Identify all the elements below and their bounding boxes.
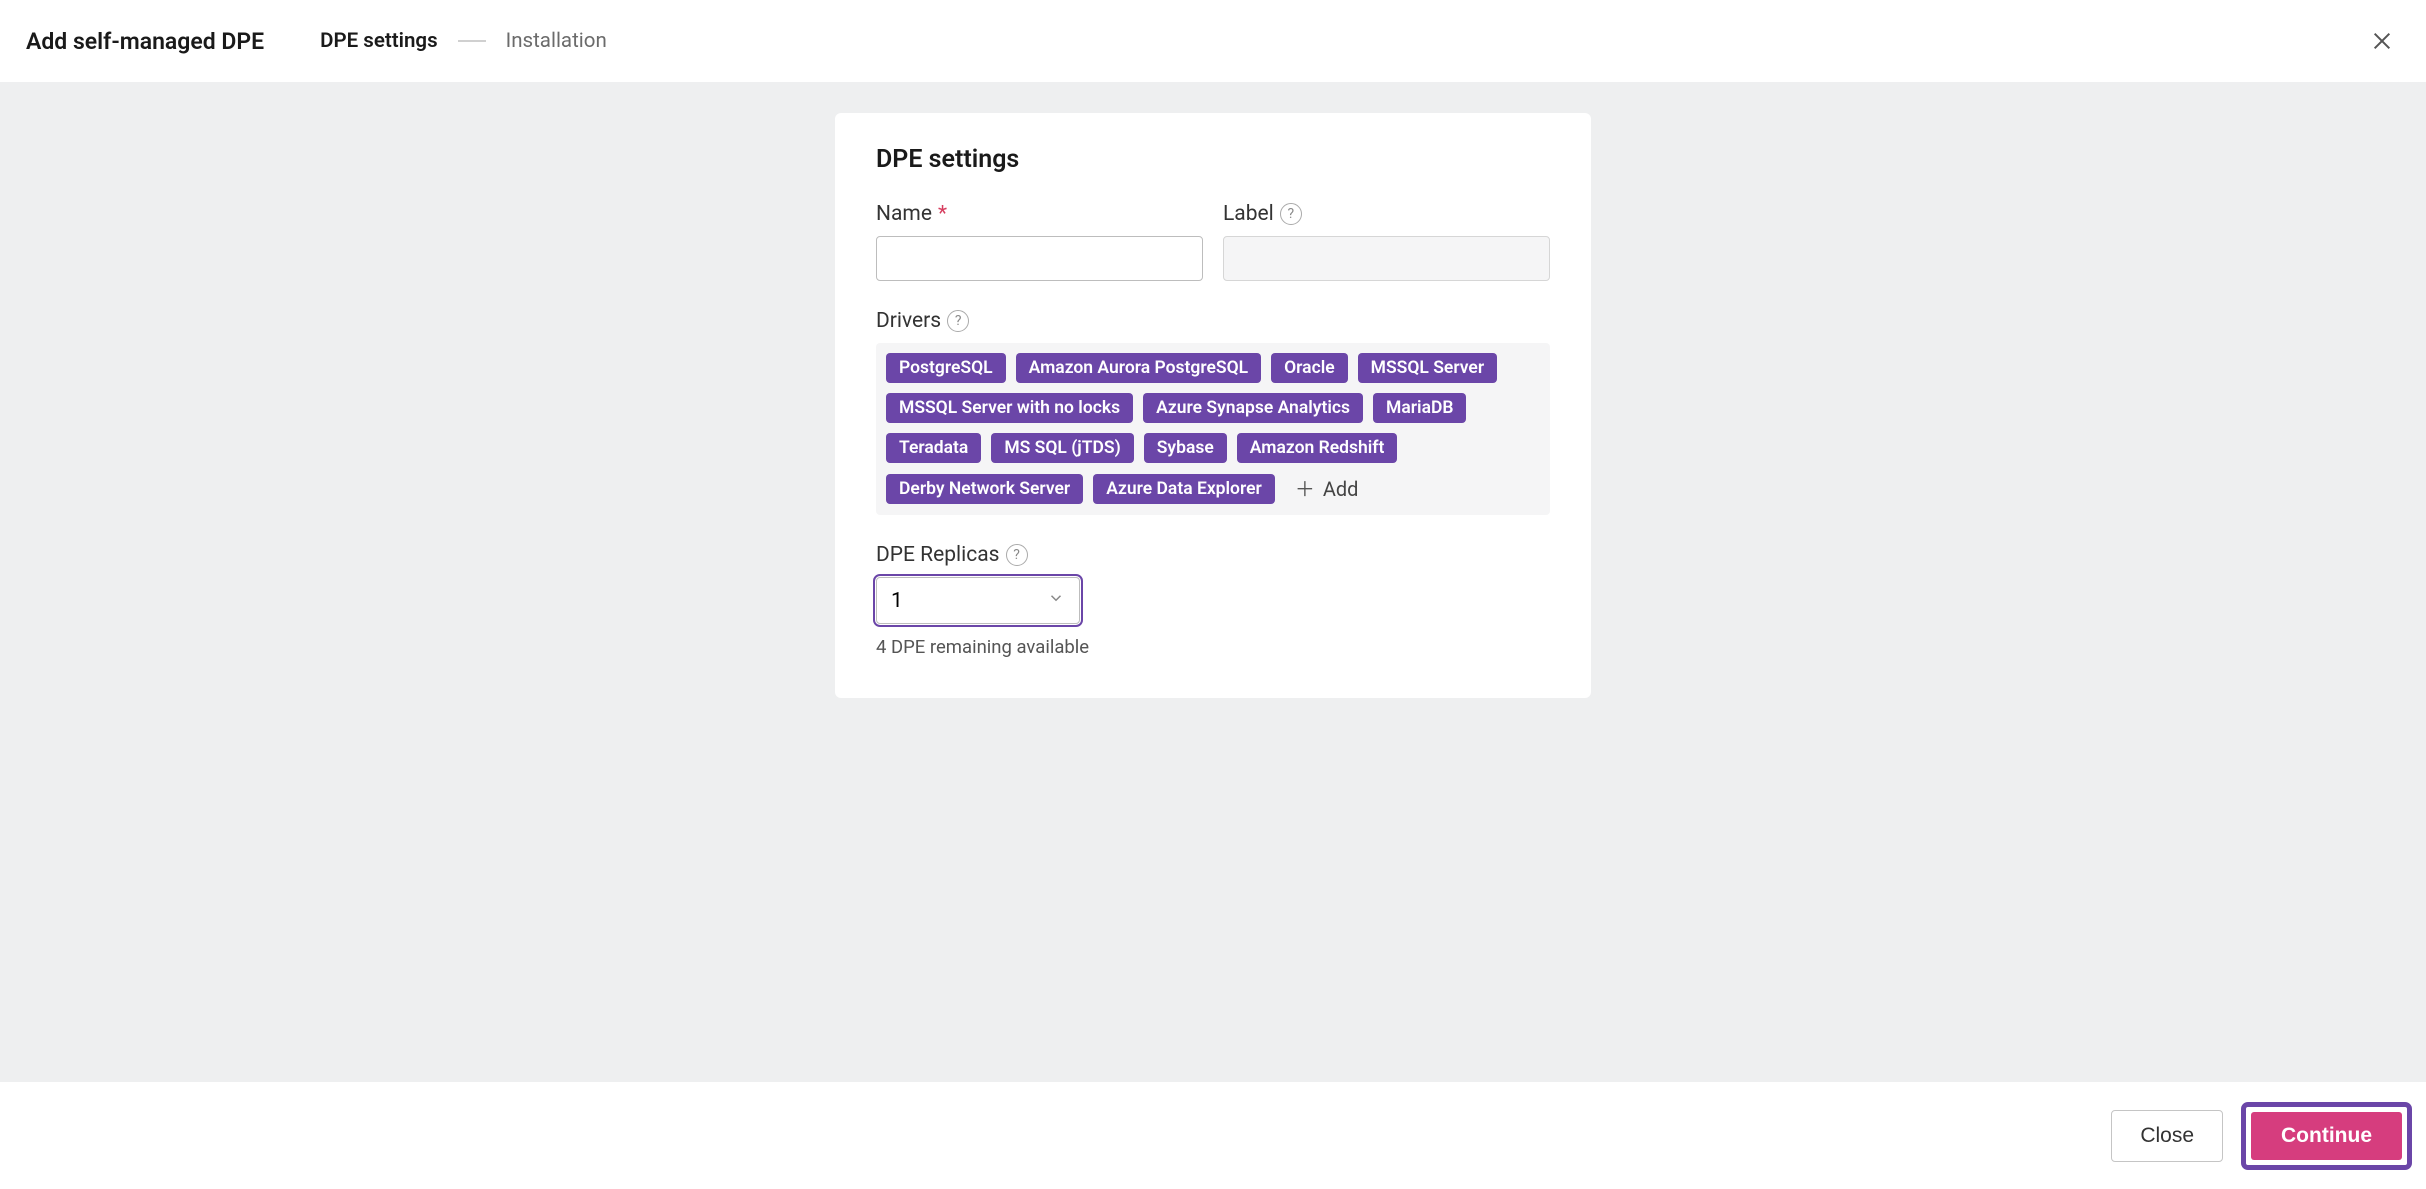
help-icon[interactable]: ? — [947, 310, 969, 332]
breadcrumb-step-next: Installation — [506, 29, 607, 53]
required-asterisk: * — [938, 202, 947, 226]
modal-title: Add self-managed DPE — [26, 28, 264, 55]
label-label-text: Label — [1223, 202, 1274, 226]
help-icon[interactable]: ? — [1006, 544, 1028, 566]
drivers-label-text: Drivers — [876, 309, 941, 333]
add-driver-button[interactable]: ＋ Add — [1285, 473, 1369, 505]
content-area: DPE settings Name * Label ? Drivers ? — [0, 82, 2426, 1082]
breadcrumb: DPE settings Installation — [320, 29, 607, 53]
close-button[interactable]: Close — [2111, 1110, 2223, 1162]
name-label: Name * — [876, 202, 1203, 226]
driver-chip[interactable]: Azure Synapse Analytics — [1143, 393, 1363, 423]
driver-chip[interactable]: MariaDB — [1373, 393, 1466, 423]
modal-header: Add self-managed DPE DPE settings Instal… — [0, 0, 2426, 82]
replicas-label-text: DPE Replicas — [876, 543, 1000, 567]
driver-chip[interactable]: MS SQL (jTDS) — [991, 433, 1133, 463]
continue-button[interactable]: Continue — [2251, 1112, 2402, 1160]
replicas-label: DPE Replicas ? — [876, 543, 1550, 567]
drivers-label: Drivers ? — [876, 309, 1550, 333]
replicas-select[interactable]: 1 — [876, 577, 1080, 624]
continue-highlight: Continue — [2241, 1102, 2412, 1170]
modal-footer: Close Continue — [0, 1082, 2426, 1189]
label-input[interactable] — [1223, 236, 1550, 281]
driver-chip[interactable]: Teradata — [886, 433, 981, 463]
driver-chip[interactable]: MSSQL Server — [1358, 353, 1497, 383]
card-title: DPE settings — [876, 145, 1550, 174]
driver-chip[interactable]: Amazon Redshift — [1237, 433, 1398, 463]
name-label-text: Name — [876, 202, 932, 226]
driver-chip[interactable]: Sybase — [1144, 433, 1227, 463]
label-label: Label ? — [1223, 202, 1550, 226]
add-label: Add — [1323, 477, 1359, 501]
driver-chip[interactable]: Azure Data Explorer — [1093, 474, 1275, 504]
breadcrumb-separator — [458, 40, 486, 42]
driver-chip[interactable]: Amazon Aurora PostgreSQL — [1016, 353, 1261, 383]
name-input[interactable] — [876, 236, 1203, 281]
replicas-helper-text: 4 DPE remaining available — [876, 636, 1550, 658]
help-icon[interactable]: ? — [1280, 203, 1302, 225]
driver-chip[interactable]: MSSQL Server with no locks — [886, 393, 1133, 423]
driver-chip[interactable]: Oracle — [1271, 353, 1348, 383]
chevron-down-icon — [1047, 589, 1065, 613]
driver-chip[interactable]: PostgreSQL — [886, 353, 1006, 383]
drivers-box: PostgreSQL Amazon Aurora PostgreSQL Orac… — [876, 343, 1550, 515]
breadcrumb-step-active: DPE settings — [320, 29, 438, 53]
close-icon[interactable] — [2364, 23, 2400, 59]
driver-chip[interactable]: Derby Network Server — [886, 474, 1083, 504]
settings-card: DPE settings Name * Label ? Drivers ? — [835, 113, 1591, 698]
replicas-value: 1 — [891, 589, 903, 613]
plus-icon: ＋ — [1295, 479, 1315, 499]
